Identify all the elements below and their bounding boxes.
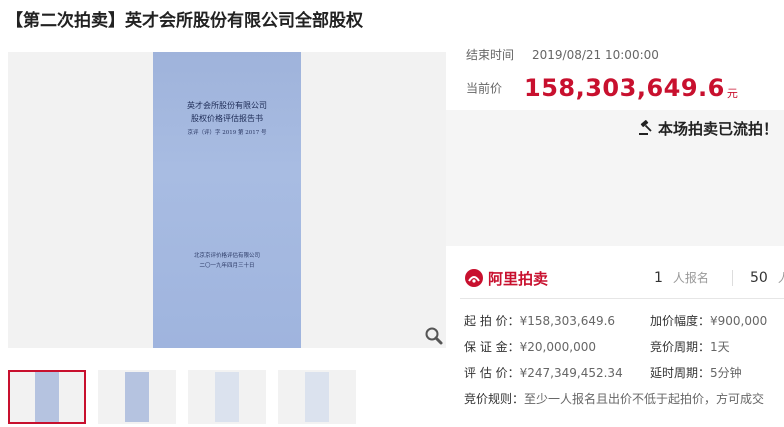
divider-line bbox=[460, 298, 784, 299]
increment-row: 加价幅度：¥900,000 bbox=[650, 312, 767, 329]
bid-period-value: 1天 bbox=[710, 340, 730, 354]
current-price-label: 当前价 bbox=[466, 81, 503, 96]
bid-rule-value: 至少一人报名且出价不低于起拍价，方可成交 bbox=[524, 392, 765, 406]
end-time-label: 结束时间 bbox=[466, 48, 515, 62]
appraisal-value: ¥247,349,452.34 bbox=[519, 366, 623, 380]
document-line-2: 股权价格评估报告书 bbox=[191, 114, 263, 123]
bid-period-row: 竞价周期：1天 bbox=[650, 338, 730, 355]
start-price-row: 起 拍 价：¥158,303,649.6 bbox=[464, 312, 615, 329]
brand-name: 阿里拍卖 bbox=[488, 270, 549, 288]
document-line-4: 北京京评价格评估有限公司 bbox=[193, 253, 260, 259]
bid-rule-row: 竞价规则：至少一人报名且出价不低于起拍价，方可成交 bbox=[464, 390, 764, 407]
auction-info-panel: 结束时间 2019/08/21 10:00:00 当前价 158,303,649.6… bbox=[446, 36, 784, 427]
delay-period-value: 5分钟 bbox=[710, 366, 742, 380]
stat-divider bbox=[732, 270, 733, 286]
delay-period-label: 延时周期： bbox=[650, 366, 711, 380]
appraisal-row: 评 估 价：¥247,349,452.34 bbox=[464, 364, 623, 381]
thumbnail-2[interactable] bbox=[98, 370, 176, 424]
main-image-viewer[interactable]: 英才会所股份有限公司 股权价格评估报告书 京评（评）字 2019 第 2017 … bbox=[8, 52, 446, 348]
end-time-row: 结束时间 2019/08/21 10:00:00 bbox=[466, 46, 659, 63]
delay-period-row: 延时周期：5分钟 bbox=[650, 364, 742, 381]
document-line-3: 京评（评）字 2019 第 2017 号 bbox=[187, 130, 267, 136]
current-price-unit: 元 bbox=[726, 86, 738, 100]
bid-period-label: 竞价周期： bbox=[650, 340, 711, 354]
reminder-count-unit: 人 bbox=[777, 271, 784, 285]
auction-status-box: 本场拍卖已流拍！ bbox=[446, 110, 784, 246]
page-title: 【第二次拍卖】英才会所股份有限公司全部股权 bbox=[6, 11, 363, 31]
bid-rule-label: 竞价规则： bbox=[464, 392, 525, 406]
thumbnail-3[interactable] bbox=[188, 370, 266, 424]
signup-count-unit: 人报名 bbox=[672, 271, 709, 285]
ali-auction-logo-icon bbox=[465, 269, 483, 287]
thumbnail-page bbox=[305, 372, 329, 422]
zoom-icon[interactable] bbox=[424, 326, 444, 346]
reminder-count: 50 人 bbox=[750, 269, 784, 286]
start-price-value: ¥158,303,649.6 bbox=[519, 314, 616, 328]
start-price-label: 起 拍 价： bbox=[464, 314, 520, 328]
brand-row: 阿里拍卖 1 人报名 50 人 bbox=[464, 266, 784, 290]
increment-value: ¥900,000 bbox=[710, 314, 768, 328]
thumbnail-page bbox=[35, 372, 59, 422]
thumbnail-1[interactable] bbox=[8, 370, 86, 424]
signup-count-value: 1 bbox=[654, 270, 663, 286]
signup-count: 1 人报名 bbox=[654, 269, 709, 286]
document-cover: 英才会所股份有限公司 股权价格评估报告书 京评（评）字 2019 第 2017 … bbox=[153, 52, 301, 348]
reminder-count-value: 50 bbox=[750, 270, 768, 286]
document-line-5: 二〇一九年四月三十日 bbox=[199, 263, 255, 269]
increment-label: 加价幅度： bbox=[650, 314, 711, 328]
auction-status-text: 本场拍卖已流拍！ bbox=[657, 120, 778, 138]
current-price-value: 158,303,649.6 bbox=[524, 74, 725, 102]
deposit-value: ¥20,000,000 bbox=[519, 340, 596, 354]
thumbnail-4[interactable] bbox=[278, 370, 356, 424]
end-time-value: 2019/08/21 10:00:00 bbox=[532, 48, 659, 62]
thumbnail-page bbox=[215, 372, 239, 422]
deposit-label: 保 证 金： bbox=[464, 340, 520, 354]
current-price-row: 当前价 158,303,649.6 元 bbox=[466, 74, 738, 102]
auction-status-message: 本场拍卖已流拍！ bbox=[638, 118, 778, 139]
deposit-row: 保 证 金：¥20,000,000 bbox=[464, 338, 596, 355]
gavel-icon bbox=[638, 120, 652, 135]
appraisal-label: 评 估 价： bbox=[464, 366, 520, 380]
thumbnail-page bbox=[125, 372, 149, 422]
document-line-1: 英才会所股份有限公司 bbox=[187, 101, 267, 110]
